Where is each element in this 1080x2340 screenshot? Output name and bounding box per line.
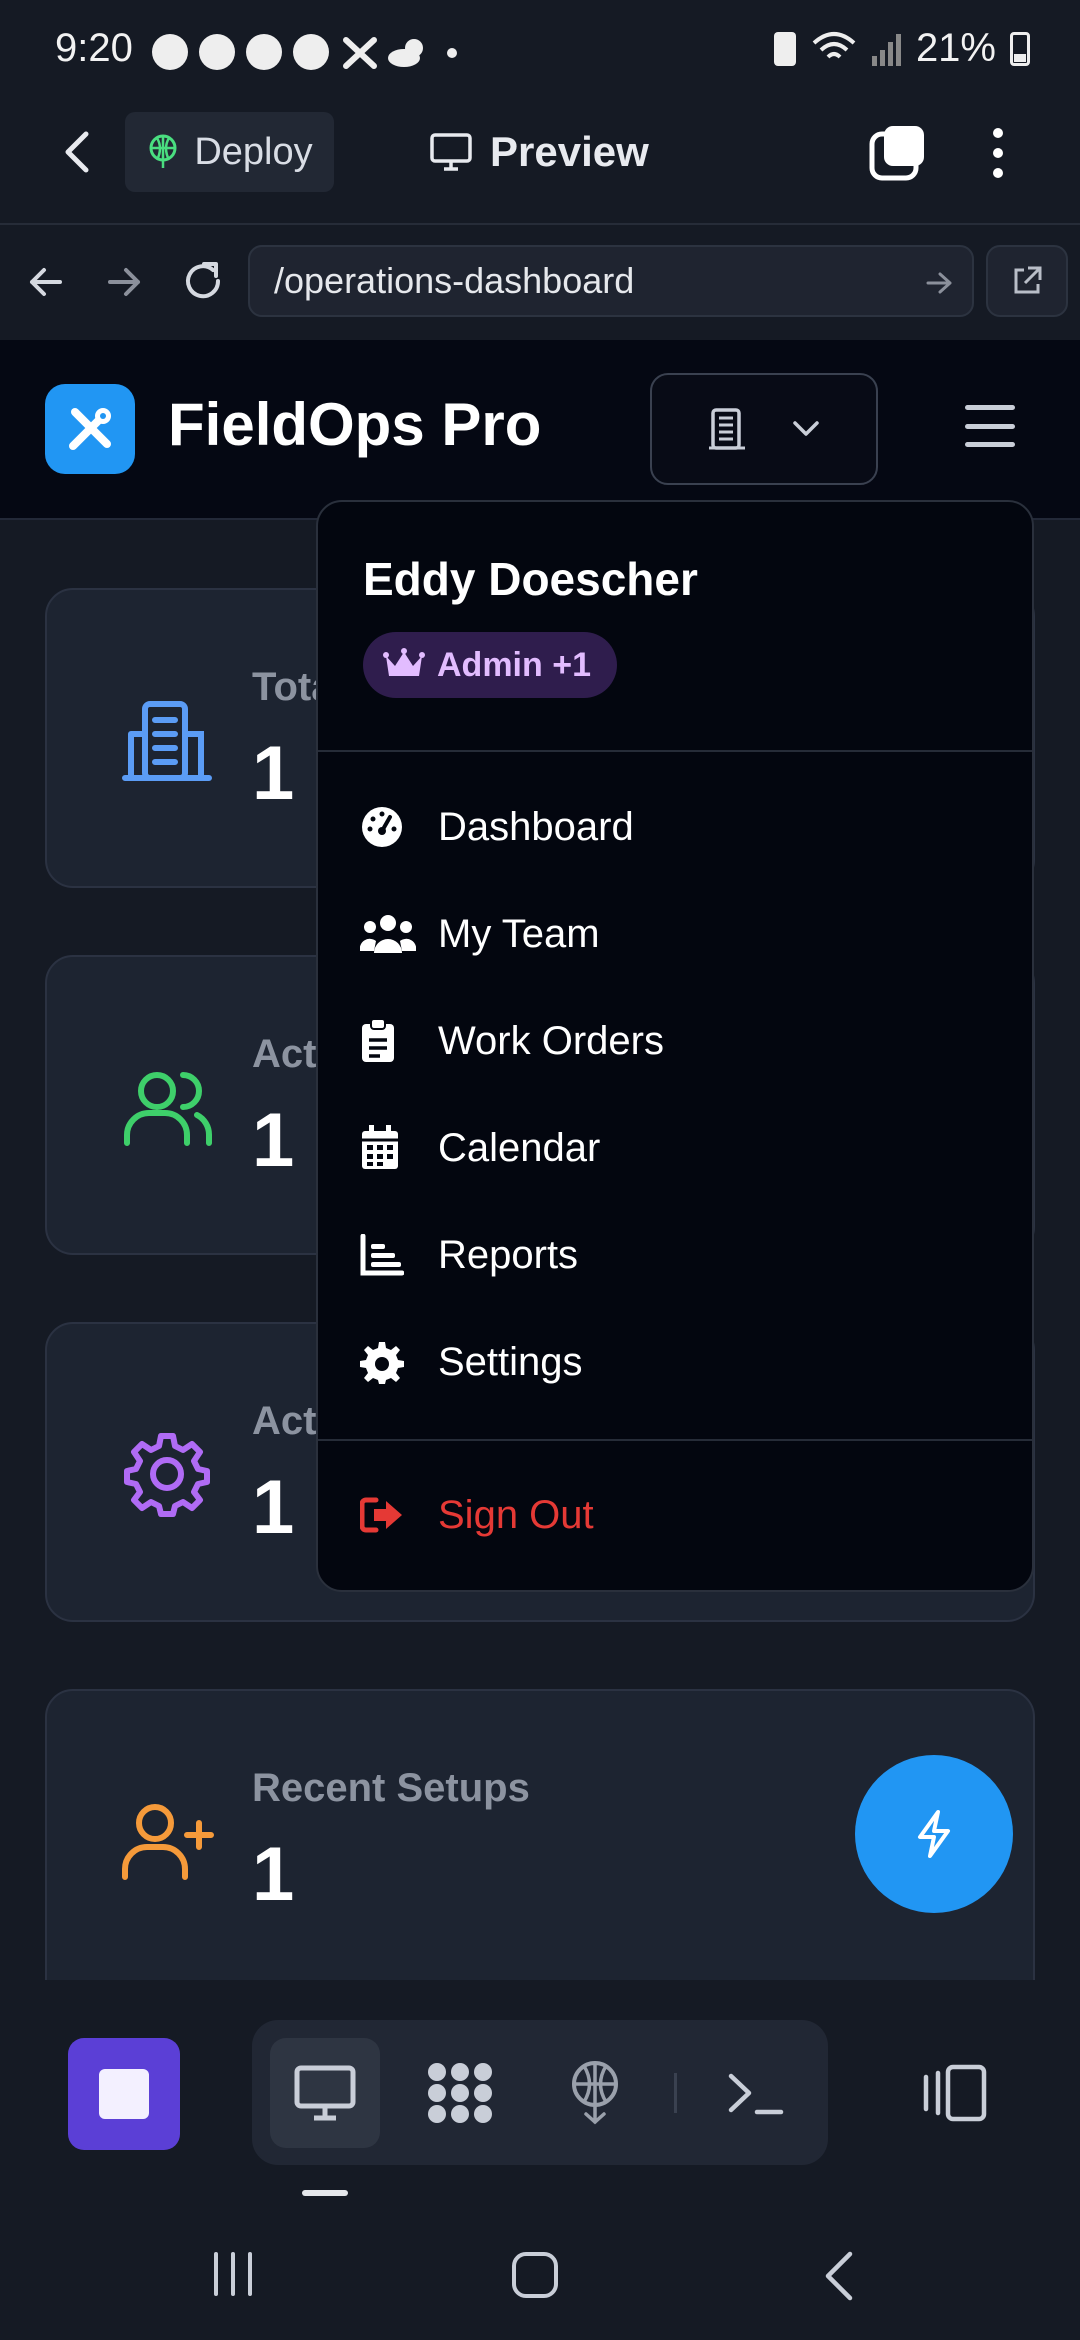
battery-saver-icon: [773, 31, 796, 66]
app-brand-title: FieldOps Pro: [168, 391, 542, 458]
dashboard-gauge-icon: [362, 807, 402, 847]
monitor-icon: [430, 133, 472, 171]
stat-value: 1: [252, 1098, 295, 1183]
stop-icon: [99, 2069, 149, 2119]
building-icon: [117, 690, 217, 790]
preview-label: Preview: [490, 128, 649, 175]
crown-icon: [383, 648, 425, 676]
battery-icon: [1010, 31, 1030, 66]
reload-icon[interactable]: [180, 258, 226, 304]
external-link-icon: [1014, 266, 1042, 294]
calendar-icon: [362, 1125, 398, 1169]
stop-button[interactable]: [68, 2038, 180, 2150]
stat-value: 1: [252, 731, 295, 816]
more-notifications-dot: [447, 48, 457, 58]
messenger-icon: [199, 34, 235, 70]
tabs-switcher-icon[interactable]: [868, 122, 928, 182]
user-name: Eddy Doescher: [363, 553, 698, 605]
settings-icon: [360, 1342, 404, 1384]
deploy-button[interactable]: Deploy: [125, 112, 334, 192]
team-icon: [360, 915, 416, 953]
site-selector[interactable]: [650, 373, 878, 485]
workflow-tab[interactable]: [405, 2038, 515, 2148]
gear-icon: [117, 1424, 217, 1524]
menu-item-label: Reports: [438, 1232, 579, 1277]
url-field[interactable]: /operations-dashboard: [248, 245, 974, 317]
stat-label: Act: [252, 1032, 317, 1076]
chart-icon: [360, 1234, 404, 1276]
stat-value: 1: [252, 1465, 295, 1550]
menu-item-label: Calendar: [438, 1125, 601, 1170]
status-time: 9:20: [55, 26, 133, 70]
menu-divider: [318, 750, 1032, 752]
home-icon[interactable]: [510, 2250, 560, 2300]
preview-panel-tab[interactable]: [270, 2038, 380, 2148]
menu-item-sign-out[interactable]: Sign Out: [318, 1465, 1032, 1565]
nodes-icon: [428, 2063, 492, 2123]
menu-item-label: Dashboard: [438, 804, 634, 849]
deploy-icon: [572, 2061, 618, 2125]
go-arrow-icon[interactable]: [926, 271, 952, 295]
messenger-icon: [246, 34, 282, 70]
role-badge: Admin +1: [363, 632, 617, 698]
open-external-button[interactable]: [986, 245, 1068, 317]
app-logo[interactable]: [45, 384, 135, 474]
chevron-down-icon: [793, 421, 819, 436]
menu-item-reports[interactable]: Reports: [318, 1205, 1032, 1305]
terminal-icon: [728, 2073, 784, 2115]
role-badge-text: Admin +1: [437, 645, 591, 684]
menu-item-settings[interactable]: Settings: [318, 1312, 1032, 1412]
deploy-label: Deploy: [194, 130, 313, 173]
menu-item-my-team[interactable]: My Team: [318, 884, 1032, 984]
app-notification-icon: [340, 32, 380, 72]
layout-toggle-icon[interactable]: [918, 2063, 988, 2123]
menu-item-label: My Team: [438, 911, 600, 956]
stat-label: Recent Setups: [252, 1766, 530, 1810]
tools-icon: [69, 408, 111, 450]
stat-value: 1: [252, 1832, 295, 1917]
hamburger-menu-icon[interactable]: [965, 405, 1015, 447]
browser-forward-icon[interactable]: [104, 262, 144, 302]
messenger-icon: [293, 34, 329, 70]
system-back-icon[interactable]: [822, 2250, 856, 2302]
messenger-icon: [152, 34, 188, 70]
users-icon: [117, 1057, 217, 1157]
recent-apps-icon[interactable]: [210, 2252, 256, 2296]
signal-icon: [871, 33, 901, 66]
lightning-icon: [918, 1810, 950, 1858]
battery-percent: 21%: [915, 26, 996, 70]
back-chevron-icon[interactable]: [58, 128, 98, 176]
active-tab-indicator: [302, 2190, 348, 2196]
menu-item-label: Sign Out: [438, 1492, 594, 1537]
menu-item-work-orders[interactable]: Work Orders: [318, 991, 1032, 1091]
stat-label: Act: [252, 1399, 317, 1443]
weather-icon: [386, 36, 430, 68]
wifi-icon: [812, 31, 856, 58]
preview-tab[interactable]: Preview: [430, 122, 649, 182]
menu-item-label: Settings: [438, 1339, 583, 1384]
user-plus-icon: [117, 1791, 217, 1891]
menu-item-dashboard[interactable]: Dashboard: [318, 777, 1032, 877]
menu-item-calendar[interactable]: Calendar: [318, 1098, 1032, 1198]
deploy-icon: [149, 134, 177, 168]
sign-out-icon: [360, 1497, 402, 1533]
shell-tab[interactable]: [700, 2038, 810, 2148]
status-right: 21%: [773, 26, 1030, 71]
clipboard-icon: [362, 1018, 394, 1062]
menu-divider: [318, 1439, 1032, 1441]
menu-item-label: Work Orders: [438, 1018, 664, 1063]
browser-back-icon[interactable]: [26, 262, 66, 302]
deploy-panel-tab[interactable]: [540, 2038, 650, 2148]
user-dropdown-menu: Eddy Doescher Admin +1 Dashboard My Team…: [316, 500, 1034, 1592]
building-icon: [709, 408, 745, 450]
url-text: /operations-dashboard: [274, 260, 635, 301]
quick-action-button[interactable]: [855, 1755, 1013, 1913]
more-vertical-icon[interactable]: [988, 125, 1008, 181]
tab-separator: [674, 2073, 677, 2113]
monitor-icon: [294, 2065, 356, 2121]
status-bar: 9:20 21%: [0, 0, 1080, 105]
